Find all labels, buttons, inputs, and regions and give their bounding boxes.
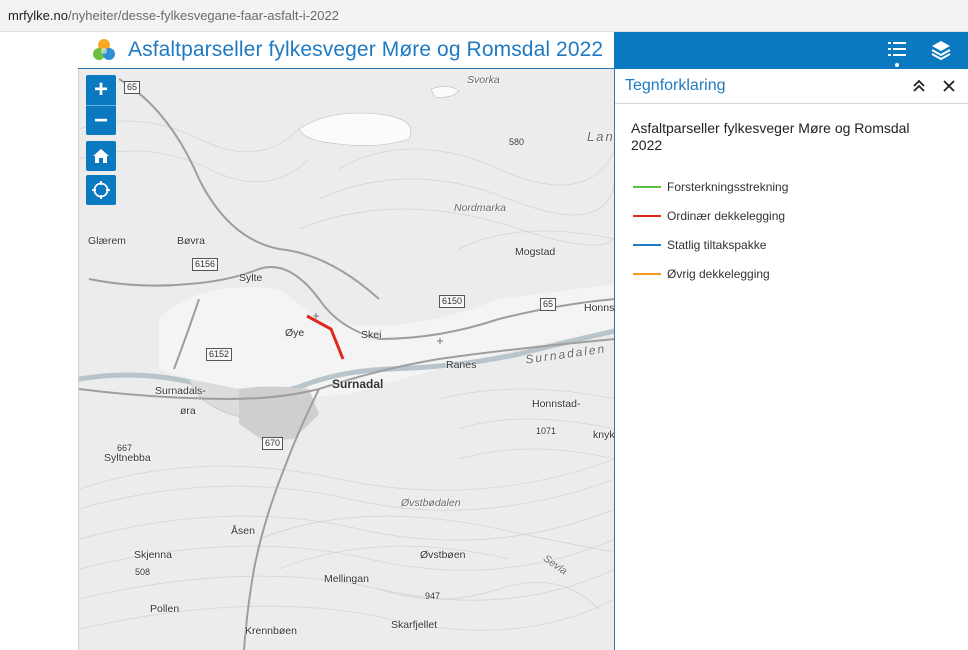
legend-swatch-blue <box>633 243 661 246</box>
close-icon <box>943 80 955 92</box>
map-label-bovra: Bøvra <box>177 235 206 247</box>
close-panel-button[interactable] <box>934 71 964 101</box>
home-button[interactable] <box>86 141 116 171</box>
map-label-pollen: Pollen <box>150 603 180 615</box>
legend-swatch-green <box>633 185 661 188</box>
app-toolbar <box>614 32 968 69</box>
map-label-508: 508 <box>135 567 151 577</box>
layers-icon[interactable] <box>928 37 954 63</box>
map-label-ovstboen: Øvstbøen <box>420 549 466 561</box>
map-label-skei: Skei <box>361 329 382 341</box>
zoom-in-button[interactable]: + <box>86 75 116 105</box>
map-view[interactable]: Svorka Lan 580 Nordmarka Glærem Bøvra Sy… <box>78 69 614 650</box>
legend-item: Ordinær dekkelegging <box>631 201 952 230</box>
legend-item-label: Statlig tiltakspakke <box>667 237 767 252</box>
map-label-sylte: Sylte <box>239 272 263 284</box>
legend-panel-title: Tegnforklaring <box>625 77 726 94</box>
url-domain: mrfylke.no <box>8 8 68 23</box>
legend-item-label: Forsterkningsstrekning <box>667 179 789 194</box>
legend-item-label: Øvrig dekkelegging <box>667 266 770 281</box>
legend-swatch-red <box>633 214 661 217</box>
list-icon[interactable] <box>884 37 910 63</box>
map-label-ovstbodalen: Øvstbødalen <box>401 497 461 509</box>
locate-icon <box>92 181 110 199</box>
app-header: Asfaltparseller fylkesveger Møre og Roms… <box>78 32 614 69</box>
legend-item: Øvrig dekkelegging <box>631 259 952 288</box>
legend-panel-header: Tegnforklaring <box>615 69 968 104</box>
locate-button[interactable] <box>86 175 116 205</box>
colored-circles-logo-icon <box>93 39 115 60</box>
map-label-surnadalsora-line2: øra <box>180 405 196 417</box>
legend-item-label: Ordinær dekkelegging <box>667 208 786 223</box>
map-label-lan: Lan <box>587 129 614 144</box>
map-label-oye: Øye <box>285 327 305 339</box>
map-app: Asfaltparseller fylkesveger Møre og Roms… <box>78 32 968 650</box>
map-label-surnadalsora-line1: Surnadals- <box>155 385 206 397</box>
road-number-65-east: 65 <box>540 298 557 311</box>
collapse-panel-button[interactable] <box>904 71 934 101</box>
map-label-syltnebba: Syltnebba <box>104 452 151 464</box>
legend-layer-title: Asfaltparseller fylkesveger Møre og Roms… <box>631 120 910 153</box>
active-tab-indicator <box>895 63 899 67</box>
url-path: /nyheiter/desse-fylkesvegane-faar-asfalt… <box>67 8 339 23</box>
road-number-65-north: 65 <box>124 81 141 94</box>
map-label-asen: Åsen <box>231 525 255 537</box>
zoom-out-button[interactable]: − <box>86 105 116 135</box>
map-label-glaerem: Glærem <box>88 235 126 247</box>
home-icon <box>93 149 109 163</box>
map-label-580: 580 <box>509 137 525 147</box>
app-title: Asfaltparseller fylkesveger Møre og Roms… <box>128 38 604 61</box>
address-bar[interactable]: mrfylke.no/nyheiter/desse-fylkesvegane-f… <box>0 0 968 32</box>
legend-item: Forsterkningsstrekning <box>631 172 952 201</box>
map-label-honns: Honns <box>584 302 614 314</box>
map-label-mellingan: Mellingan <box>324 573 369 585</box>
map-label-1071: 1071 <box>536 426 557 436</box>
road-number-6152: 6152 <box>206 348 233 361</box>
map-label-knyk: knyk <box>593 429 614 441</box>
map-label-surnadal: Surnadal <box>332 377 384 391</box>
map-label-honnstad: Honnstad- <box>532 398 581 410</box>
legend-panel-body: Asfaltparseller fylkesveger Møre og Roms… <box>615 104 968 288</box>
map-label-nordmarka: Nordmarka <box>454 202 506 214</box>
map-label-svorka: Svorka <box>467 74 500 86</box>
map-label-947: 947 <box>425 591 441 601</box>
map-label-krennboen: Krennbøen <box>245 625 297 637</box>
zoom-control: + − <box>86 75 116 135</box>
double-chevron-up-icon <box>913 79 925 92</box>
map-label-ranes: Ranes <box>446 359 477 371</box>
legend-panel: Tegnforklaring Asfaltparseller fylkesveg… <box>614 69 968 650</box>
road-number-670: 670 <box>262 437 284 450</box>
road-number-6156: 6156 <box>192 258 219 271</box>
map-label-skarfjellet: Skarfjellet <box>391 619 438 631</box>
map-label-skjenna: Skjenna <box>134 549 172 561</box>
legend-item: Statlig tiltakspakke <box>631 230 952 259</box>
map-label-mogstad: Mogstad <box>515 246 556 258</box>
legend-swatch-orange <box>633 272 661 275</box>
road-number-6150: 6150 <box>439 295 466 308</box>
